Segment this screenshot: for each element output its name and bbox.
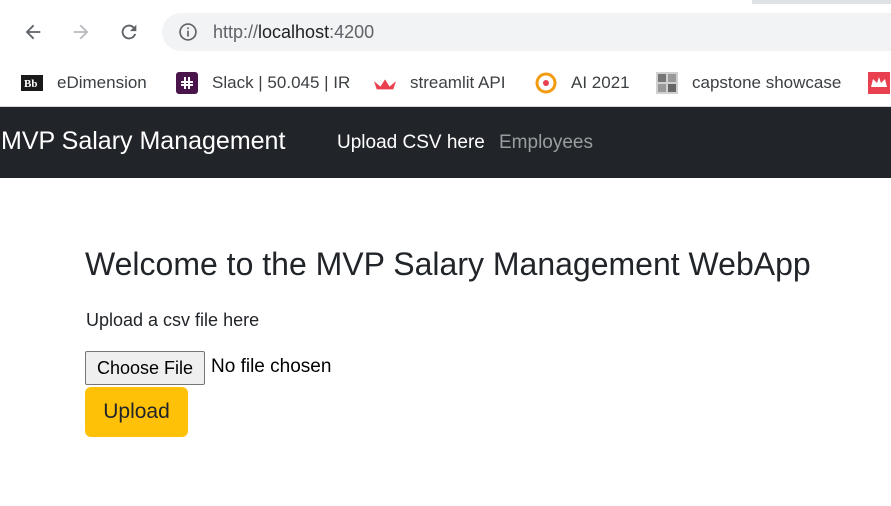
- upload-button[interactable]: Upload: [85, 387, 188, 437]
- bookmark-label: eDimension: [57, 73, 147, 92]
- bookmark-label: AI 2021: [571, 73, 630, 92]
- bookmark-capstone[interactable]: capstone showcase: [656, 69, 841, 97]
- navbar-brand[interactable]: MVP Salary Management: [1, 127, 285, 156]
- url-scheme: http://: [213, 22, 259, 42]
- url-text[interactable]: http://localhost:4200: [213, 22, 374, 43]
- forward-arrow-icon: [73, 24, 89, 40]
- bookmark-edimension[interactable]: Bb eDimension: [21, 69, 147, 97]
- url-host: localhost: [258, 22, 330, 42]
- bookmark-ai-2021[interactable]: AI 2021: [535, 69, 630, 97]
- reload-button[interactable]: [113, 16, 145, 48]
- browser-toolbar: http://localhost:4200: [0, 4, 891, 60]
- slack-icon: [176, 72, 198, 94]
- file-status-text: No file chosen: [211, 356, 332, 377]
- app-navbar: MVP Salary Management Upload CSV here Em…: [0, 107, 891, 178]
- info-icon[interactable]: [178, 22, 198, 42]
- crown-icon: [868, 72, 890, 94]
- address-bar[interactable]: http://localhost:4200: [162, 13, 891, 51]
- nav-link-employees[interactable]: Employees: [499, 132, 593, 154]
- showcase-icon: [656, 72, 678, 94]
- back-button[interactable]: [17, 16, 49, 48]
- back-arrow-icon: [25, 24, 41, 40]
- upload-label: Upload a csv file here: [86, 310, 260, 330]
- ai-icon: [535, 72, 557, 94]
- bookmark-overflow[interactable]: [868, 69, 891, 97]
- bookmark-streamlit[interactable]: streamlit API: [374, 69, 505, 97]
- forward-button[interactable]: [65, 16, 97, 48]
- reload-icon: [121, 24, 137, 40]
- url-port: :4200: [329, 22, 375, 42]
- svg-text:Bb: Bb: [24, 78, 37, 90]
- nav-link-upload-csv[interactable]: Upload CSV here: [337, 132, 485, 154]
- bookmark-slack[interactable]: Slack | 50.045 | IR: [176, 69, 350, 97]
- bookmarks-bar: Bb eDimension Slack | 50.045 | IR stream…: [0, 60, 891, 107]
- blackboard-icon: Bb: [21, 72, 43, 94]
- page-title: Welcome to the MVP Salary Management Web…: [85, 246, 811, 282]
- bookmark-label: Slack | 50.045 | IR: [212, 73, 351, 92]
- bookmark-label: streamlit API: [410, 73, 506, 92]
- streamlit-icon: [374, 72, 396, 94]
- bookmark-label: capstone showcase: [692, 73, 842, 92]
- choose-file-button[interactable]: Choose File: [85, 351, 205, 385]
